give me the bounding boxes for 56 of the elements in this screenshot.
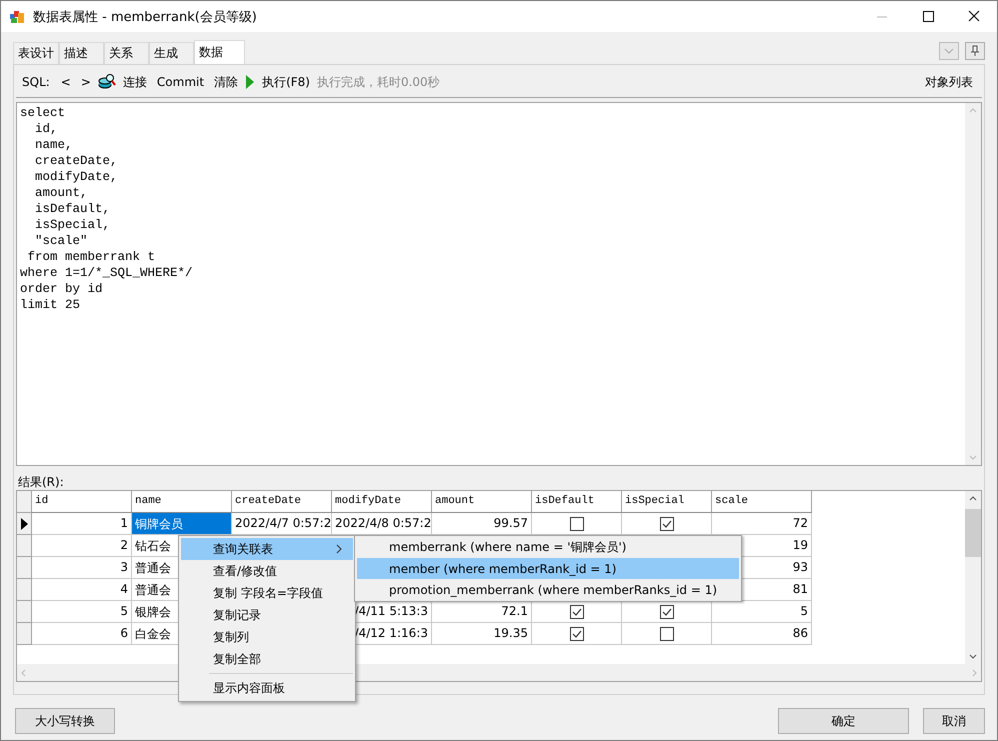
- menu-item[interactable]: 复制全部: [181, 648, 353, 670]
- cancel-button[interactable]: 取消: [923, 708, 985, 734]
- table-cell: 5: [32, 601, 132, 623]
- column-header[interactable]: name: [132, 491, 232, 513]
- previous-button[interactable]: <: [58, 75, 74, 89]
- clear-button[interactable]: 清除: [211, 74, 242, 90]
- table-cell: 铜牌会员: [132, 513, 232, 535]
- column-header[interactable]: createDate: [232, 491, 332, 513]
- column-header[interactable]: modifyDate: [332, 491, 432, 513]
- object-list-button[interactable]: 对象列表: [922, 74, 976, 90]
- next-button[interactable]: >: [78, 75, 94, 89]
- column-header[interactable]: scale: [712, 491, 812, 513]
- table-cell: 19.35: [432, 623, 532, 645]
- ok-button[interactable]: 确定: [778, 708, 909, 734]
- table-cell: 86: [712, 623, 812, 645]
- column-header[interactable]: amount: [432, 491, 532, 513]
- tab[interactable]: 描述: [59, 42, 104, 64]
- app-icon: [9, 8, 25, 24]
- sql-editor[interactable]: select id, name, createDate, modifyDate, amount, isDefault, isSpecial, "scale" from memberrank t where 1=1/*_SQL_WHERE*/ order by id limit 25: [16, 102, 982, 466]
- status-text: 执行完成，耗时0.00秒: [316, 74, 440, 90]
- row-indicator[interactable]: [17, 513, 32, 535]
- sql-code: select id, name, createDate, modifyDate, amount, isDefault, isSpecial, "scale" from memberrank t where 1=1/*_SQL_WHERE*/ order by id limit 25: [19, 105, 194, 314]
- column-header[interactable]: isSpecial: [622, 491, 712, 513]
- commit-button[interactable]: Commit: [154, 75, 208, 89]
- results-label: 结果(R):: [17, 474, 65, 490]
- dropdown-button-icon[interactable]: [939, 42, 959, 60]
- play-icon[interactable]: [245, 74, 256, 90]
- table-cell: 4: [32, 579, 132, 601]
- tab[interactable]: 数据: [194, 40, 245, 64]
- tab[interactable]: 表设计: [13, 42, 59, 64]
- checkbox[interactable]: [660, 604, 674, 618]
- column-header[interactable]: isDefault: [532, 491, 622, 513]
- menu-item-label: 显示内容面板: [213, 680, 285, 696]
- checkbox[interactable]: [570, 516, 584, 530]
- checkbox[interactable]: [660, 626, 674, 640]
- menu-item-label: 复制全部: [213, 650, 261, 668]
- menu-item[interactable]: 查询关联表: [181, 538, 353, 560]
- execute-button[interactable]: 执行(F8): [259, 74, 313, 90]
- menu-item[interactable]: member (where memberRank_id = 1): [357, 558, 739, 579]
- checkbox[interactable]: [570, 626, 584, 640]
- tab[interactable]: 生成: [149, 42, 194, 64]
- checkbox[interactable]: [570, 604, 584, 618]
- table-cell: 2: [32, 535, 132, 557]
- column-header[interactable]: id: [32, 491, 132, 513]
- tab[interactable]: 关系: [104, 42, 149, 64]
- pin-icon[interactable]: [965, 42, 985, 60]
- case-convert-button[interactable]: 大小写转换: [15, 708, 115, 734]
- connect-button[interactable]: 连接: [120, 74, 150, 90]
- checkbox[interactable]: [660, 516, 674, 530]
- table-cell: 3: [32, 557, 132, 579]
- scrollbar[interactable]: [965, 491, 981, 664]
- table-cell: 6: [32, 623, 132, 645]
- sql-label: SQL:: [22, 75, 50, 89]
- menu-item[interactable]: 显示内容面板: [181, 677, 353, 699]
- window-title: 数据表属性 - memberrank(会员等级): [33, 8, 258, 26]
- database-connect-icon[interactable]: [98, 73, 116, 91]
